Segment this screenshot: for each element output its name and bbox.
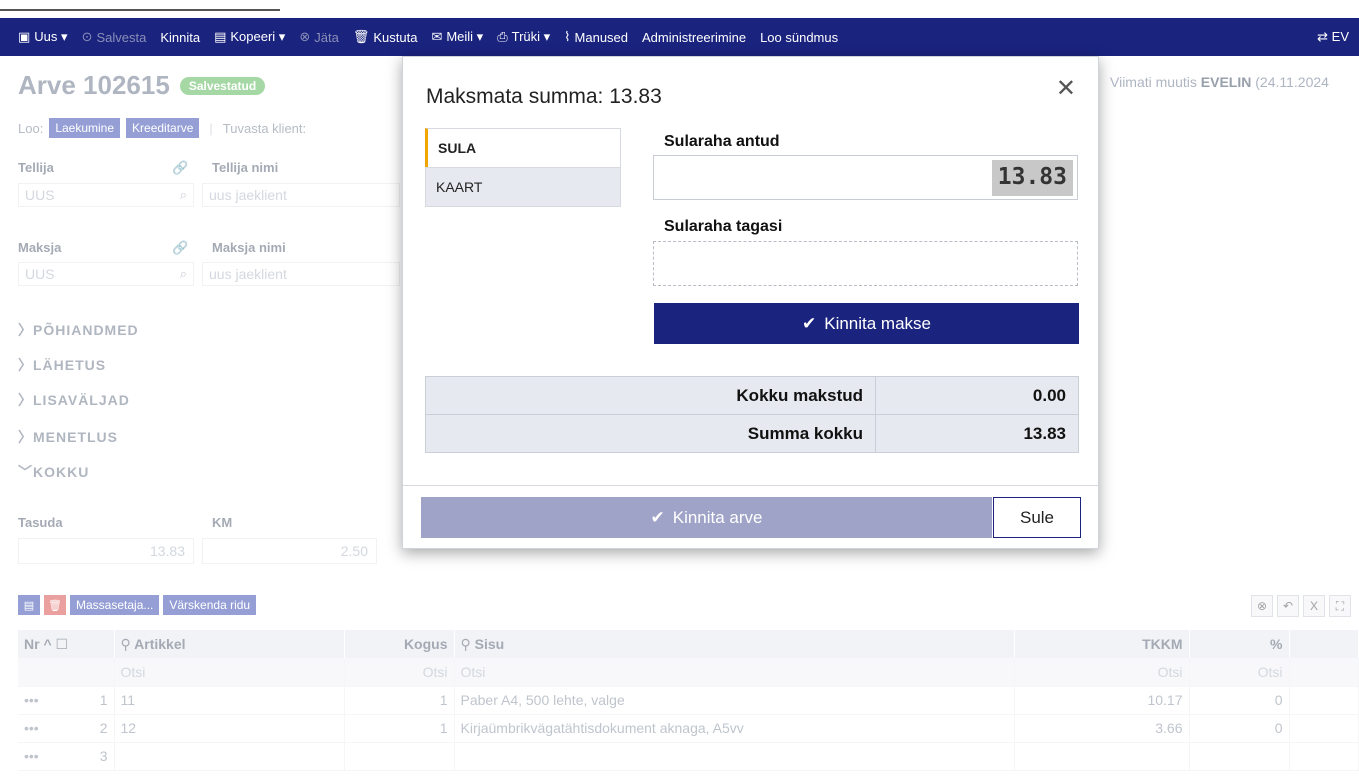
toolbar-cancel-button[interactable]: ⊗ Jäta: [299, 29, 338, 45]
close-icon[interactable]: ✕: [1056, 77, 1076, 101]
toolbar-delete-button[interactable]: 🗑 Kustuta: [353, 29, 418, 45]
top-strip-line: [0, 9, 280, 11]
payment-dialog: Maksmata summa: 13.83 ✕ SULA KAART Sular…: [402, 56, 1099, 549]
check-icon: ✔: [801, 313, 817, 333]
save-icon: ⊙: [81, 29, 93, 44]
new-document-icon: ▣: [18, 29, 31, 44]
tab-sula[interactable]: SULA: [425, 128, 621, 168]
summary-label: Summa kokku: [425, 414, 876, 453]
cash-back-label: Sularaha tagasi: [664, 218, 783, 235]
top-strip: [0, 0, 1359, 18]
toolbar-copy-button[interactable]: ▤ Kopeeri ▾: [214, 29, 285, 45]
attachment-icon: ⌇: [564, 29, 571, 44]
trash-icon: 🗑: [352, 29, 370, 44]
copy-icon: ▤: [214, 29, 227, 44]
toolbar-attachments-button[interactable]: ⌇ Manused: [564, 29, 628, 45]
toolbar-print-button[interactable]: ⎙ Trüki ▾: [497, 29, 550, 45]
toolbar-confirm-button[interactable]: Kinnita: [160, 30, 200, 45]
toolbar-save-button[interactable]: ⊙ Salvesta: [82, 29, 147, 45]
payment-method-tabs: SULA KAART: [425, 128, 621, 207]
main-toolbar: ▣ Uus ▾ ⊙ Salvesta Kinnita ▤ Kopeeri ▾ ⊗ Jät…: [0, 18, 1359, 56]
toolbar-admin-button[interactable]: Administreerimine: [642, 30, 746, 45]
cash-given-value: 13.83: [991, 160, 1073, 196]
toolbar-create-event-button[interactable]: Loo sündmus: [760, 30, 838, 45]
confirm-invoice-button[interactable]: ✔ Kinnita arve: [421, 497, 992, 538]
mail-icon: ✉: [431, 29, 443, 44]
confirm-payment-button[interactable]: ✔ Kinnita makse: [654, 303, 1079, 344]
close-button[interactable]: Sule: [993, 497, 1081, 538]
check-icon: ✔: [650, 507, 665, 527]
cash-given-input[interactable]: 13.83: [653, 155, 1078, 200]
dialog-title: Maksmata summa: 13.83: [426, 85, 662, 108]
cancel-icon: ⊗: [299, 29, 311, 44]
summary-value: 0.00: [875, 376, 1079, 415]
summary-value: 13.83: [875, 414, 1079, 453]
summary-row: Summa kokku 13.83: [425, 414, 1079, 453]
payment-summary-table: Kokku makstud 0.00 Summa kokku 13.83: [425, 376, 1079, 453]
summary-label: Kokku makstud: [425, 376, 876, 415]
divider: [403, 485, 1098, 486]
tab-kaart[interactable]: KAART: [425, 167, 621, 207]
toolbar-user-menu[interactable]: ⇄ EV: [1317, 29, 1349, 45]
toolbar-mail-button[interactable]: ✉ Meili ▾: [431, 29, 483, 45]
cash-given-label: Sularaha antud: [664, 133, 780, 150]
summary-row: Kokku makstud 0.00: [425, 376, 1079, 415]
toolbar-new-button[interactable]: ▣ Uus ▾: [18, 29, 68, 45]
print-icon: ⎙: [497, 29, 508, 44]
cash-back-field: [653, 241, 1078, 286]
